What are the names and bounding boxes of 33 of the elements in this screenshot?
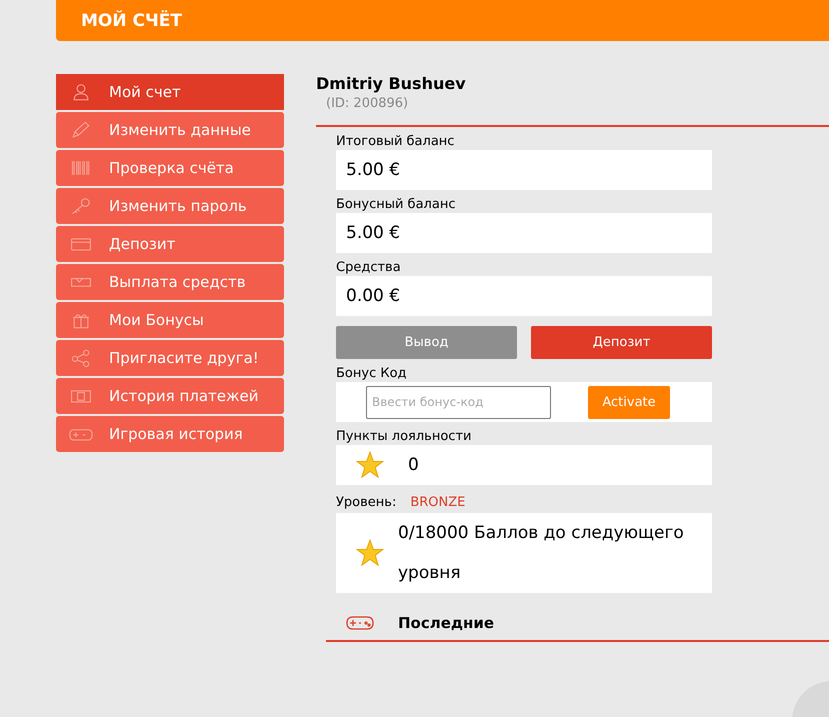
sidebar-item[interactable]: Пригласите друга! (56, 340, 284, 376)
balance-value: 5.00 € (336, 213, 712, 253)
field-label: Итоговый баланс (336, 134, 456, 150)
level-label: Уровень: (336, 495, 396, 511)
field-label: Средства (336, 260, 402, 276)
level-value: BRONZE (410, 495, 466, 511)
sidebar-item[interactable]: Выплата средств (56, 264, 284, 300)
page-title: МОЙ СЧЁТ (81, 10, 182, 30)
field-label: Пункты лояльности (336, 429, 472, 445)
sidebar-item[interactable]: Изменить данные (56, 112, 284, 148)
sidebar-item[interactable]: Изменить пароль (56, 188, 284, 224)
sidebar-item[interactable]: Мой счет (56, 74, 284, 110)
balance-value: 0.00 € (336, 276, 712, 316)
star-icon (356, 451, 384, 479)
user-name: Dmitriy Bushuev (316, 74, 467, 93)
sidebar-item[interactable]: Депозит (56, 226, 284, 262)
gamepad-icon (346, 615, 374, 631)
withdraw-button[interactable]: Вывод (336, 326, 517, 359)
loyalty-points: 0 (408, 455, 419, 475)
deposit-button[interactable]: Депозит (531, 326, 712, 359)
field-label: Бонусный баланс (336, 197, 456, 213)
sidebar-item[interactable]: Мои Бонусы (56, 302, 284, 338)
bonus-code-field[interactable]: Ввести бонус-код (366, 386, 551, 418)
sidebar-item[interactable]: История платежей (56, 378, 284, 414)
activate-button[interactable]: Activate (588, 386, 670, 418)
level-progress-text: 0/18000 Баллов до следующего уровня (398, 522, 685, 585)
star-icon (356, 539, 384, 567)
balance-value: 5.00 € (336, 150, 712, 190)
field-label: Бонус Код (336, 366, 408, 382)
sidebar-item[interactable]: Игровая история (56, 416, 284, 452)
sidebar-item[interactable]: Проверка счёта (56, 150, 284, 186)
section-title: Последние (398, 614, 494, 632)
user-id: (ID: 200896) (326, 96, 410, 111)
